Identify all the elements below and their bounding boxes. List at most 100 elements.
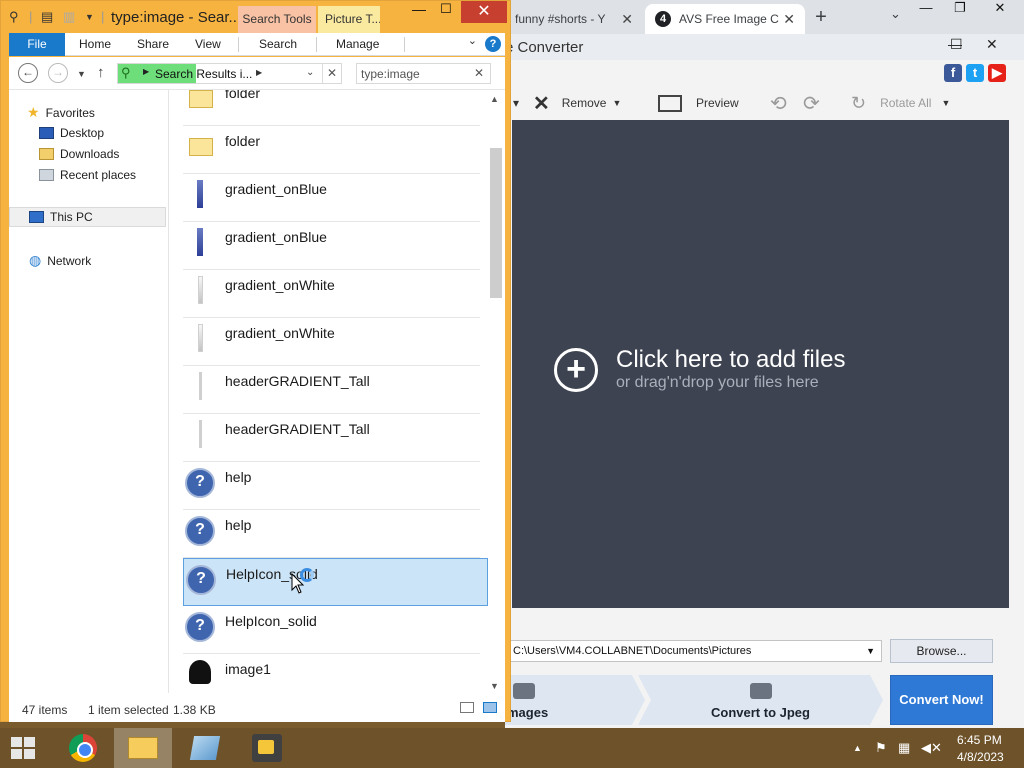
rotate-right-icon: ⟳ [803, 92, 820, 115]
large-icons-view-icon[interactable] [483, 702, 497, 713]
browser-tab-youtube[interactable]: funny #shorts - Y ✕ [505, 4, 643, 34]
tab-share[interactable]: Share [137, 33, 169, 56]
tab-close-icon[interactable]: ✕ [621, 11, 633, 28]
rotate-all-button[interactable]: ↻ Rotate All ▼ [851, 93, 950, 114]
picture-tools-tab[interactable]: Picture T... [318, 6, 380, 33]
convert-now-button[interactable]: Convert Now! [890, 675, 993, 725]
file-row[interactable]: headerGRADIENT_Tall [183, 414, 480, 462]
file-row[interactable]: gradient_onBlue [183, 174, 480, 222]
file-row[interactable]: image1 [183, 654, 480, 693]
stop-search-icon[interactable]: ✕ [327, 66, 337, 80]
youtube-icon[interactable]: ▶ [988, 64, 1006, 82]
file-row[interactable]: folder [183, 126, 480, 174]
file-row[interactable]: headerGRADIENT_Tall [183, 366, 480, 414]
file-row[interactable]: ? help [183, 462, 480, 510]
taskbar-avs[interactable] [238, 728, 296, 768]
preview-button[interactable]: Preview [658, 94, 739, 112]
add-files-title: Click here to add files [616, 346, 846, 373]
step-images[interactable]: mages [505, 675, 645, 725]
properties-icon[interactable]: ▤ [41, 9, 53, 25]
output-folder-select[interactable]: C:\Users\VM4.COLLABNET\Documents\Picture… [510, 640, 882, 662]
facebook-icon[interactable]: f [944, 64, 962, 82]
file-row[interactable]: folder [183, 90, 480, 126]
toolbar-dropdown-arrow-icon[interactable]: ▾ [513, 96, 519, 110]
tab-view[interactable]: View [195, 33, 221, 56]
network-status-icon[interactable]: ▦ [898, 740, 910, 756]
up-button[interactable]: ↑ [97, 64, 105, 81]
vertical-scrollbar[interactable]: ▲ ▼ [487, 90, 503, 693]
details-view-icon[interactable] [460, 702, 474, 713]
tab-manage[interactable]: Manage [336, 33, 379, 56]
explorer-close-button[interactable]: ✕ [461, 1, 507, 23]
scrollbar-thumb[interactable] [490, 148, 502, 298]
file-row[interactable]: gradient_onBlue [183, 222, 480, 270]
preview-icon [658, 94, 682, 112]
back-button[interactable]: ← [18, 63, 38, 83]
browser-tab-avs[interactable]: 4 AVS Free Image C ✕ [645, 4, 805, 34]
browser-restore-button[interactable]: ❐ [945, 0, 975, 22]
star-icon: ★ [27, 104, 40, 120]
taskbar-file-explorer[interactable] [114, 728, 172, 768]
nav-network[interactable]: ◍ Network [29, 252, 91, 269]
tab-search-icon[interactable]: ⌄ [890, 6, 901, 22]
avs-maximize-button[interactable]: ☐ [950, 36, 963, 53]
ribbon-expand-icon[interactable]: ⌄ [468, 34, 477, 47]
nav-this-pc[interactable]: This PC [29, 210, 93, 224]
address-dropdown-icon[interactable]: ⌄ [306, 67, 314, 78]
twitter-icon[interactable]: t [966, 64, 984, 82]
tab-search[interactable]: Search [259, 33, 297, 56]
address-bar-row: ← → ▼ ↑ ⚲ ▶ Search Results i... ▶ ⌄ ✕ ty… [9, 57, 505, 90]
file-row[interactable]: gradient_onWhite [183, 270, 480, 318]
taskbar-chrome[interactable] [55, 728, 113, 768]
show-hidden-icons-icon[interactable]: ▲ [853, 743, 862, 753]
scroll-down-icon[interactable]: ▼ [490, 681, 499, 691]
header-gradient-icon [199, 420, 202, 448]
gradient-blue-icon [197, 228, 203, 256]
add-files-area[interactable]: + Click here to add files or drag'n'drop… [512, 120, 1009, 608]
tab-file[interactable]: File [9, 33, 65, 56]
action-center-flag-icon[interactable]: ⚑ [875, 740, 887, 756]
browser-minimize-button[interactable]: — [911, 0, 941, 22]
volume-muted-icon[interactable]: ◀✕ [921, 740, 942, 756]
nav-recent-places[interactable]: Recent places [39, 168, 136, 182]
help-icon[interactable]: ? [485, 36, 501, 52]
file-row-selected[interactable]: ? HelpIcon_solid [183, 558, 488, 606]
search-tools-tab[interactable]: Search Tools [238, 6, 316, 33]
nav-desktop[interactable]: Desktop [39, 126, 104, 140]
rotate-left-button[interactable]: ⟲ [770, 91, 787, 116]
gradient-blue-icon [197, 180, 203, 208]
quick-access-dropdown-icon[interactable]: ▼ [85, 12, 94, 22]
tab-close-icon[interactable]: ✕ [783, 11, 795, 28]
file-row[interactable]: gradient_onWhite [183, 318, 480, 366]
address-bar[interactable]: ⚲ ▶ Search Results i... ▶ ⌄ ✕ [117, 63, 342, 84]
tab-home[interactable]: Home [79, 33, 111, 56]
forward-button[interactable]: → [48, 63, 68, 83]
new-folder-icon[interactable]: ▥ [63, 9, 75, 25]
start-button[interactable] [5, 728, 41, 768]
remove-button[interactable]: ✕ Remove ▼ [533, 91, 621, 116]
new-tab-button[interactable]: + [810, 6, 832, 29]
tab-title: AVS Free Image C [679, 12, 779, 26]
clear-search-icon[interactable]: ✕ [474, 66, 484, 80]
clock-time[interactable]: 6:45 PM [957, 733, 1002, 747]
avs-close-button[interactable]: ✕ [986, 36, 998, 53]
search-input[interactable]: type:image ✕ [356, 63, 491, 84]
file-row[interactable]: ? help [183, 510, 480, 558]
step-convert-to-jpeg[interactable]: Convert to Jpeg [638, 675, 883, 725]
taskbar-app[interactable] [176, 728, 234, 768]
output-path-value: C:\Users\VM4.COLLABNET\Documents\Picture… [513, 645, 752, 657]
avs-titlebar: e Converter — ☐ ✕ [505, 34, 1024, 60]
busy-spinner-icon [300, 568, 314, 582]
rotate-all-icon: ↻ [851, 92, 867, 113]
chrome-icon [69, 734, 97, 762]
browser-close-button[interactable]: ✕ [985, 0, 1015, 22]
nav-downloads[interactable]: Downloads [39, 147, 119, 161]
explorer-maximize-button[interactable]: ☐ [431, 1, 461, 25]
clock-date[interactable]: 4/8/2023 [957, 750, 1004, 764]
rotate-right-button[interactable]: ⟳ [803, 91, 820, 116]
browse-button[interactable]: Browse... [890, 639, 993, 663]
recent-locations-dropdown-icon[interactable]: ▼ [77, 69, 86, 79]
file-row[interactable]: ? HelpIcon_solid [183, 606, 480, 654]
nav-favorites[interactable]: ★ Favorites [27, 104, 95, 121]
scroll-up-icon[interactable]: ▲ [490, 94, 499, 104]
